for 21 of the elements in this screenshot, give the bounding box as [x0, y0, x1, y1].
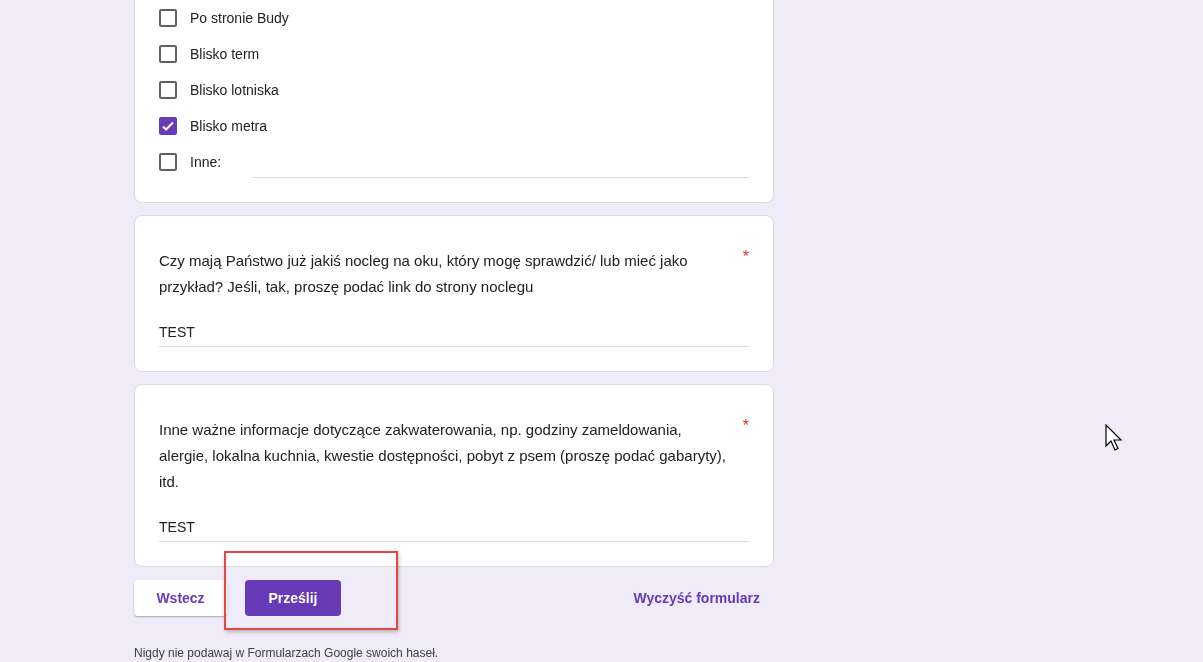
- submit-button[interactable]: Prześlij: [245, 580, 341, 616]
- option-label: Inne:: [190, 154, 222, 170]
- clear-form-link[interactable]: Wyczyść formularz: [627, 589, 766, 607]
- mouse-pointer-icon: [1105, 424, 1123, 452]
- required-asterisk: *: [742, 248, 749, 267]
- option-label: Blisko term: [190, 46, 260, 62]
- footer-note: Nigdy nie podawaj w Formularzach Google swoich haseł.: [134, 646, 440, 660]
- checkbox[interactable]: [159, 81, 177, 99]
- option-label: Po stronie Budy: [190, 10, 289, 26]
- back-button[interactable]: Wstecz: [134, 580, 227, 616]
- checkbox[interactable]: [159, 153, 177, 171]
- checkbox[interactable]: [159, 117, 177, 135]
- option-label: Blisko lotniska: [190, 82, 279, 98]
- checkbox[interactable]: [159, 45, 177, 63]
- answer-field[interactable]: TEST: [159, 519, 749, 542]
- question-text: Inne ważne informacje dotyczące zakwaterowania, np. godziny zameldowania, alergie, lokalna kuchnia, kwestie dostępności, pobyt z psem (proszę podać gabaryty), itd.: [159, 420, 727, 492]
- checkbox[interactable]: [159, 9, 177, 27]
- question-text: Czy mają Państwo już jakiś nocleg na oku, który mogę sprawdzić/ lub mieć jako przykład? Jeśli, tak, proszę podać link do strony noclegu: [159, 251, 689, 297]
- required-asterisk: *: [742, 417, 749, 436]
- answer-field[interactable]: TEST: [159, 324, 749, 347]
- option-label: Blisko metra: [190, 118, 268, 134]
